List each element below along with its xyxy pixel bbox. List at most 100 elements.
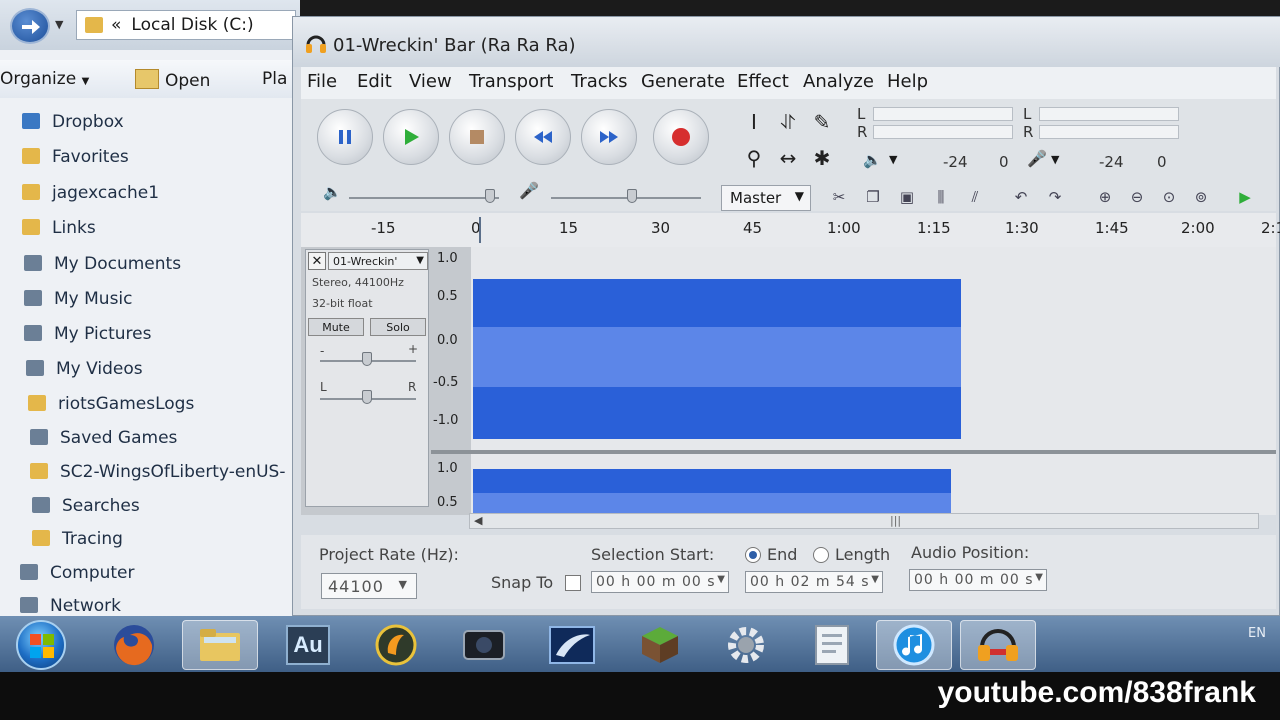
taskbar-document-app[interactable] (794, 620, 870, 670)
pause-button[interactable] (317, 109, 373, 165)
track-name-menu[interactable]: 01-Wreckin' ▼ (328, 252, 428, 270)
draw-tool-icon[interactable]: ✎ (807, 107, 837, 137)
nav-item-my-documents[interactable]: My Documents (24, 254, 181, 274)
taskbar-fl-studio[interactable] (358, 620, 434, 670)
gain-slider-thumb[interactable] (362, 352, 372, 366)
scroll-left-icon[interactable]: ◀ (474, 514, 482, 527)
undo-icon[interactable]: ↶ (1007, 183, 1035, 211)
close-icon[interactable]: ✕ (308, 252, 326, 270)
audacity-icon (306, 35, 326, 53)
selection-end-value: 00 h 02 m 54 s (750, 574, 870, 590)
fit-selection-icon[interactable]: ⊙ (1155, 183, 1183, 211)
zoom-in-icon[interactable]: ⊕ (1091, 183, 1119, 211)
chevron-down-icon[interactable]: ▼ (55, 18, 63, 31)
nav-item-links[interactable]: Links (22, 218, 96, 238)
taskbar-settings[interactable] (708, 620, 784, 670)
address-field[interactable]: « Local Disk (C:) (76, 10, 296, 40)
scale-label: 1.0 (437, 461, 458, 476)
back-button[interactable] (10, 8, 50, 44)
menu-help[interactable]: Help (887, 71, 928, 92)
record-meter[interactable]: L R 🎤 ▼ -24 0 (1019, 105, 1179, 183)
nav-item-my-videos[interactable]: My Videos (26, 359, 143, 379)
pan-slider-thumb[interactable] (362, 390, 372, 404)
taskbar-minecraft[interactable] (622, 620, 698, 670)
nav-item-favorites[interactable]: Favorites (22, 147, 129, 167)
taskbar-audacity[interactable] (960, 620, 1036, 670)
skip-to-start-button[interactable] (515, 109, 571, 165)
horizontal-scrollbar[interactable]: ◀ ||| (469, 513, 1259, 529)
nav-item-my-music[interactable]: My Music (24, 289, 133, 309)
scroll-grip-icon[interactable]: ||| (890, 514, 901, 527)
nav-item-my-pictures[interactable]: My Pictures (24, 324, 151, 344)
record-volume-thumb[interactable] (627, 189, 637, 203)
audacity-title-bar: 01-Wreckin' Bar (Ra Ra Ra) (293, 17, 1280, 67)
length-radio[interactable] (813, 547, 829, 563)
nav-item-sc2-wingsofliberty[interactable]: SC2-WingsOfLiberty-enUS- (30, 462, 285, 482)
redo-icon[interactable]: ↷ (1041, 183, 1069, 211)
selection-tool-icon[interactable]: I (739, 107, 769, 137)
menu-generate[interactable]: Generate (641, 71, 725, 92)
playback-meter[interactable]: L R 🔈 ▼ -24 0 (853, 105, 1013, 183)
record-volume-slider[interactable] (551, 197, 701, 199)
playback-volume-thumb[interactable] (485, 189, 495, 203)
snap-to-checkbox[interactable] (565, 575, 581, 591)
open-button[interactable]: Open (135, 69, 210, 91)
taskbar-starcraft[interactable] (534, 620, 610, 670)
paste-icon[interactable]: ▣ (893, 183, 921, 211)
play-at-speed-icon[interactable]: ▶ (1231, 183, 1259, 211)
menu-analyze[interactable]: Analyze (803, 71, 874, 92)
zoom-tool-icon[interactable]: ⚲ (739, 143, 769, 173)
record-button[interactable] (653, 109, 709, 165)
taskbar-audition[interactable]: Au (270, 620, 346, 670)
mute-button[interactable]: Mute (308, 318, 364, 336)
nav-item-dropbox[interactable]: Dropbox (22, 112, 124, 132)
fit-project-icon[interactable]: ⊚ (1187, 183, 1215, 211)
trim-icon[interactable]: ⫼ (927, 183, 955, 211)
taskbar-camera-app[interactable] (446, 620, 522, 670)
selection-end-field[interactable]: 00 h 02 m 54 s ▼ (745, 571, 883, 593)
playback-volume-slider[interactable] (349, 197, 499, 199)
timeline-ruler[interactable]: -15 0 15 30 45 1:00 1:15 1:30 1:45 2:00 … (301, 213, 1280, 247)
nav-item-computer[interactable]: Computer (20, 563, 135, 583)
taskbar-itunes[interactable] (876, 620, 952, 670)
playhead-marker[interactable] (479, 217, 481, 243)
end-radio[interactable] (745, 547, 761, 563)
skip-to-end-button[interactable] (581, 109, 637, 165)
nav-item-riotsgameslogs[interactable]: riotsGamesLogs (28, 394, 194, 414)
language-indicator[interactable]: EN (1248, 626, 1266, 641)
nav-item-searches[interactable]: Searches (32, 496, 140, 516)
nav-item-network[interactable]: Network (20, 596, 121, 616)
menu-view[interactable]: View (409, 71, 452, 92)
chevron-down-icon[interactable]: ▼ (889, 153, 897, 166)
menu-tracks[interactable]: Tracks (571, 71, 627, 92)
nav-item-tracing[interactable]: Tracing (32, 529, 123, 549)
silence-icon[interactable]: ⫽ (961, 183, 989, 211)
envelope-tool-icon[interactable]: ⥯ (773, 107, 803, 137)
solo-button[interactable]: Solo (370, 318, 426, 336)
cut-icon[interactable]: ✂ (825, 183, 853, 211)
chevron-down-icon: ▼ (1035, 572, 1044, 583)
menu-file[interactable]: File (307, 71, 337, 92)
nav-item-jagexcache1[interactable]: jagexcache1 (22, 183, 159, 203)
menu-edit[interactable]: Edit (357, 71, 392, 92)
taskbar-firefox[interactable] (96, 620, 172, 670)
selection-start-field[interactable]: 00 h 00 m 00 s ▼ (591, 571, 729, 593)
taskbar-explorer[interactable] (182, 620, 258, 670)
chevron-down-icon[interactable]: ▼ (1051, 153, 1059, 166)
play-button[interactable]: Pla (262, 69, 287, 89)
play-button[interactable] (383, 109, 439, 165)
audio-position-field[interactable]: 00 h 00 m 00 s ▼ (909, 569, 1047, 591)
stop-button[interactable] (449, 109, 505, 165)
menu-transport[interactable]: Transport (469, 71, 553, 92)
input-device-select[interactable]: Master ▼ (721, 185, 811, 211)
time-shift-tool-icon[interactable]: ↔ (773, 143, 803, 173)
project-rate-select[interactable]: 44100 ▼ (321, 573, 417, 599)
start-button[interactable] (16, 620, 66, 670)
copy-icon[interactable]: ❐ (859, 183, 887, 211)
nav-item-saved-games[interactable]: Saved Games (30, 428, 177, 448)
zoom-out-icon[interactable]: ⊖ (1123, 183, 1151, 211)
menu-effect[interactable]: Effect (737, 71, 789, 92)
multi-tool-icon[interactable]: ✱ (807, 143, 837, 173)
organize-button[interactable]: Organize ▼ (0, 69, 89, 89)
waveform-area[interactable] (471, 247, 1276, 515)
